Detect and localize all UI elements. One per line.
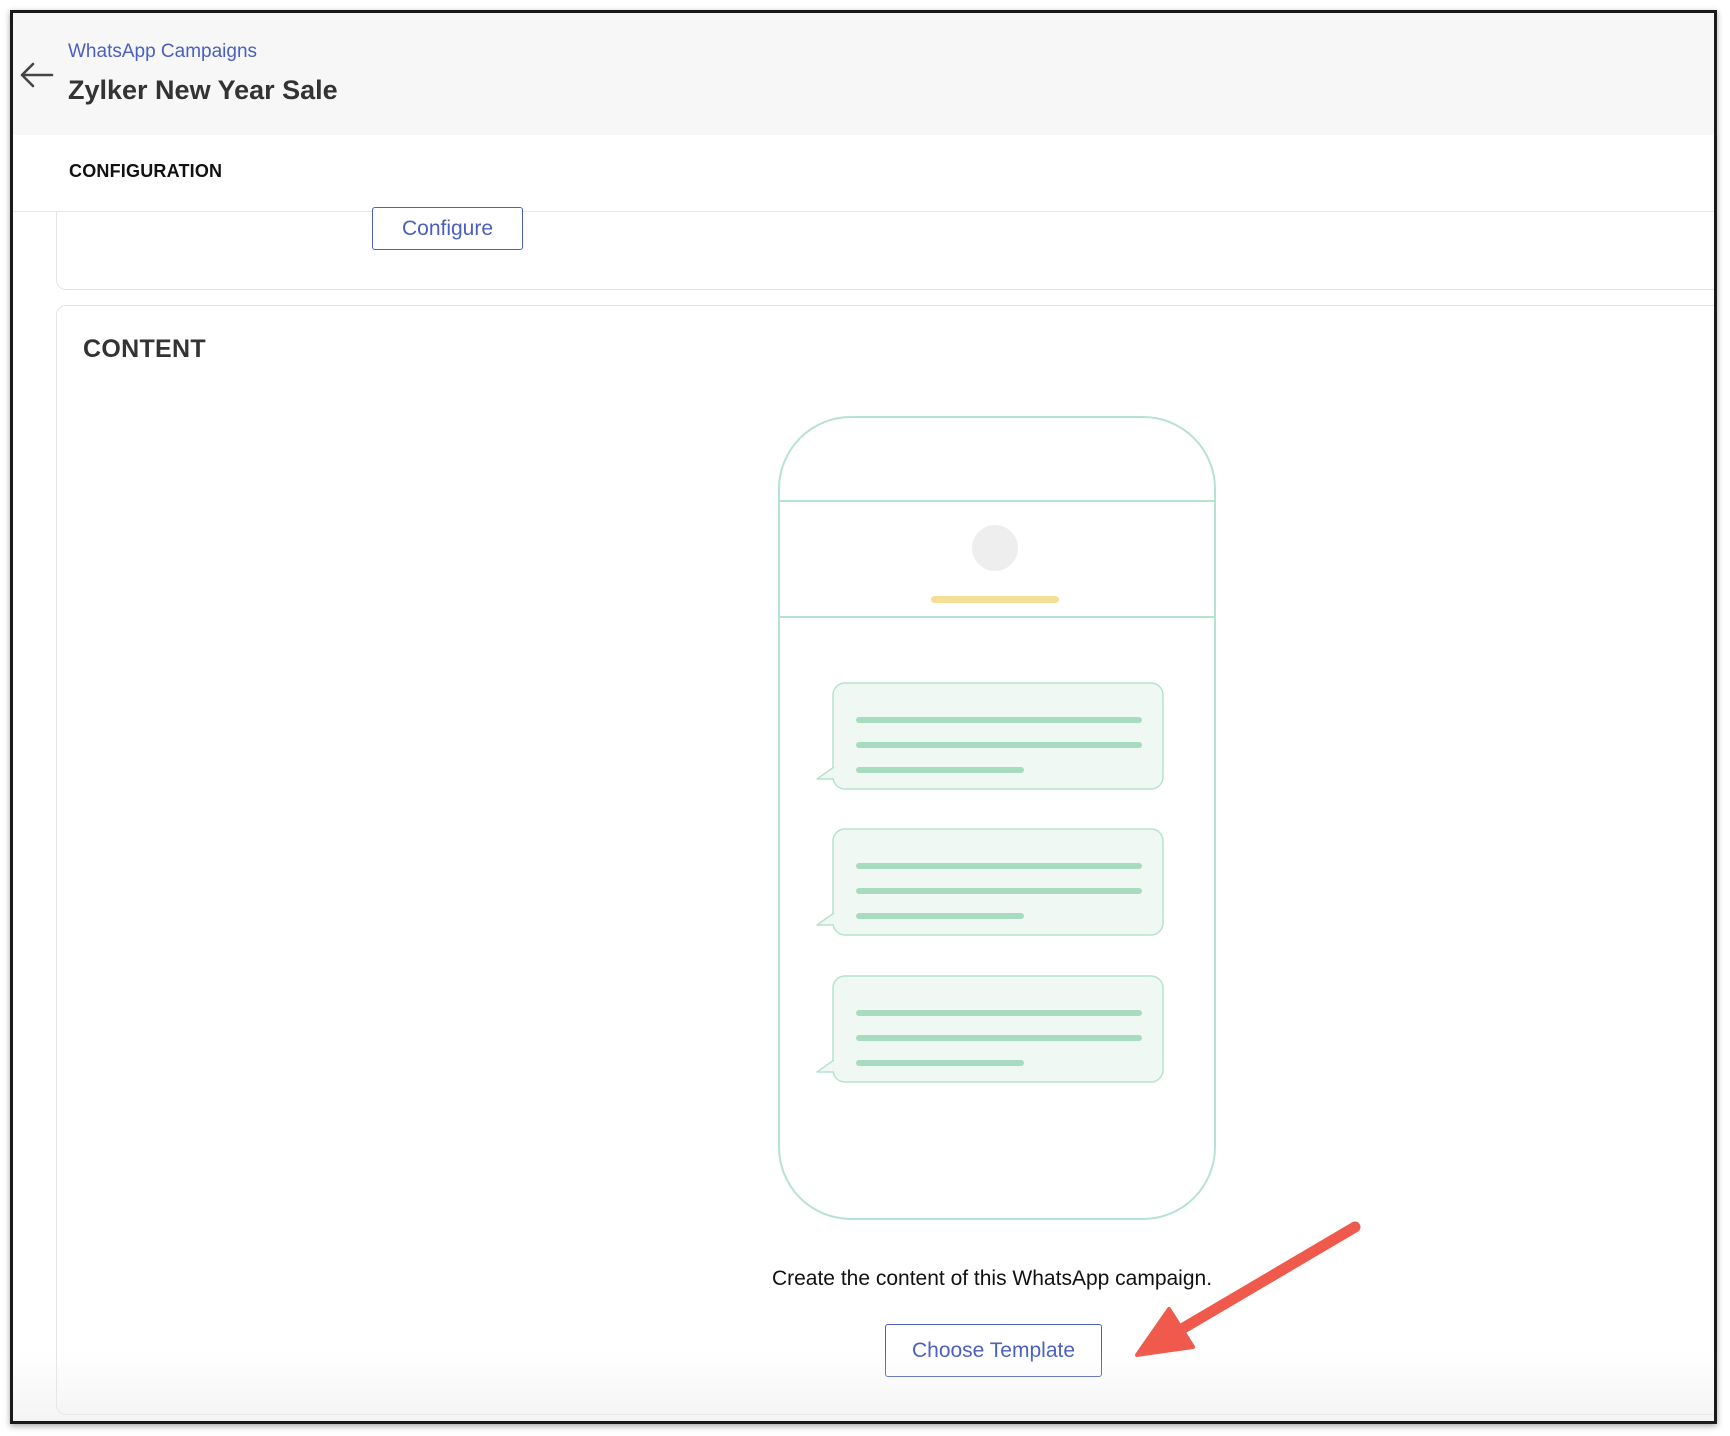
breadcrumb-whatsapp-campaigns[interactable]: WhatsApp Campaigns	[68, 41, 257, 63]
configuration-section-header: CONFIGURATION	[13, 135, 1714, 212]
back-button[interactable]	[16, 55, 56, 95]
configure-button[interactable]: Configure	[372, 207, 523, 250]
arrow-left-icon	[20, 62, 54, 88]
app-window: WhatsApp Campaigns Zylker New Year Sale …	[10, 10, 1717, 1424]
choose-template-button[interactable]: Choose Template	[885, 1324, 1102, 1377]
chat-bubble	[816, 975, 1164, 1083]
configuration-section-label: CONFIGURATION	[69, 161, 223, 181]
chat-bubble	[816, 828, 1164, 936]
page-title: Zylker New Year Sale	[68, 75, 338, 105]
contact-name-bar	[931, 596, 1059, 603]
content-empty-state-caption: Create the content of this WhatsApp camp…	[771, 1267, 1213, 1290]
content-section-label: CONTENT	[83, 335, 206, 363]
phone-chat-illustration	[778, 416, 1216, 1220]
contact-avatar	[972, 525, 1018, 571]
page-header: WhatsApp Campaigns Zylker New Year Sale	[13, 13, 1714, 136]
red-arrow-annotation	[1135, 1221, 1361, 1357]
chat-bubble	[816, 682, 1164, 790]
